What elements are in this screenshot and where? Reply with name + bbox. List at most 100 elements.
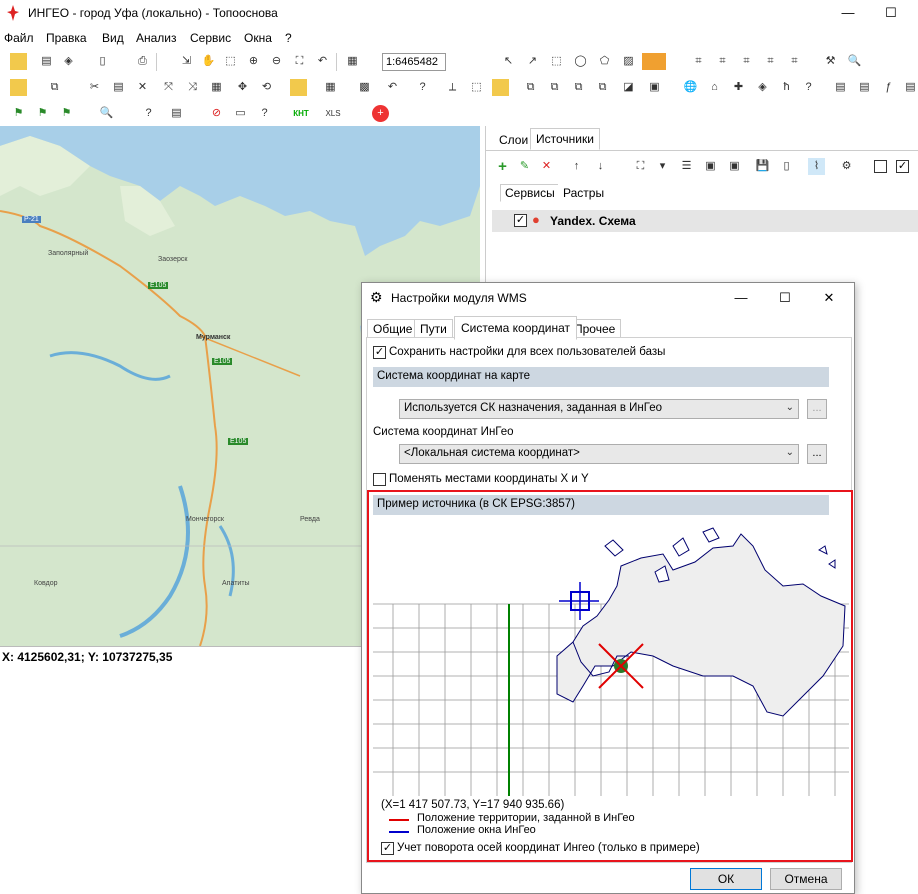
zoom-previous-icon[interactable]: ↶ bbox=[314, 53, 331, 70]
paste-icon[interactable]: ▤ bbox=[110, 79, 127, 96]
dialog-maximize-button[interactable]: ☐ bbox=[770, 287, 800, 309]
table-icon[interactable]: ▦ bbox=[322, 79, 339, 96]
select-rect-icon[interactable]: ⬚ bbox=[548, 53, 565, 70]
join-icon[interactable]: ⤨ bbox=[184, 79, 201, 96]
query-icon[interactable]: ? bbox=[140, 105, 157, 122]
save-all-users-checkbox[interactable]: ✓ bbox=[373, 346, 386, 359]
divide-icon[interactable]: ◪ bbox=[620, 79, 637, 96]
menu-view[interactable]: Вид bbox=[102, 31, 124, 45]
uncheck-all-checkbox[interactable] bbox=[874, 160, 887, 173]
edit-move-icon[interactable]: ⌗ bbox=[762, 53, 779, 70]
tool-icon[interactable]: ⚒ bbox=[822, 53, 839, 70]
edit-merge-icon[interactable]: ⌗ bbox=[738, 53, 755, 70]
flag-list-icon[interactable]: ⚑ bbox=[58, 105, 75, 122]
find-icon[interactable]: 🔍 bbox=[846, 53, 863, 70]
undo-icon[interactable]: ↶ bbox=[384, 79, 401, 96]
printer-icon[interactable]: ⎙ bbox=[134, 53, 151, 70]
menu-analysis[interactable]: Анализ bbox=[136, 31, 177, 45]
select-poly-icon[interactable]: ⬠ bbox=[596, 53, 613, 70]
rotate-icon[interactable]: ⟲ bbox=[258, 79, 275, 96]
magnifier-icon[interactable]: 🔍 bbox=[98, 105, 115, 122]
select-style-icon[interactable]: ▨ bbox=[620, 53, 637, 70]
save-icon[interactable]: 💾 bbox=[754, 158, 771, 175]
back-icon[interactable]: ⧉ bbox=[594, 79, 611, 96]
tab-general[interactable]: Общие bbox=[367, 319, 419, 339]
check-all-checkbox[interactable]: ✓ bbox=[896, 160, 909, 173]
copy-object-icon[interactable]: ⧉ bbox=[46, 79, 63, 96]
cut-icon[interactable]: ✂ bbox=[86, 79, 103, 96]
open-folder-icon[interactable] bbox=[10, 53, 27, 70]
edit-split-icon[interactable]: ⌗ bbox=[714, 53, 731, 70]
xls-button[interactable]: XLS bbox=[322, 105, 344, 122]
menu-windows[interactable]: Окна bbox=[244, 31, 272, 45]
delete-icon[interactable]: ✕ bbox=[134, 79, 151, 96]
map-cs-select[interactable]: Используется СК назначения, заданная в И… bbox=[399, 399, 799, 419]
zoom-window-icon[interactable]: ⬚ bbox=[222, 53, 239, 70]
select-lasso-icon[interactable]: ◯ bbox=[572, 53, 589, 70]
route-icon[interactable]: ◈ bbox=[754, 79, 771, 96]
example-map-preview[interactable] bbox=[373, 526, 849, 796]
no-entry-icon[interactable]: ⊘ bbox=[208, 105, 225, 122]
menu-edit[interactable]: Правка bbox=[46, 31, 87, 45]
select-query-icon[interactable]: ↗ bbox=[524, 53, 541, 70]
ingeo-cs-browse-button[interactable]: ... bbox=[807, 444, 827, 464]
map-cs-browse-button[interactable]: ... bbox=[807, 399, 827, 419]
move-icon[interactable]: ✥ bbox=[234, 79, 251, 96]
highlight-icon[interactable] bbox=[492, 79, 509, 96]
minimize-button[interactable]: — bbox=[833, 2, 863, 24]
menu-service[interactable]: Сервис bbox=[190, 31, 231, 45]
dialog-minimize-button[interactable]: — bbox=[726, 287, 756, 309]
new-doc-icon[interactable]: ▯ bbox=[778, 158, 795, 175]
split-icon[interactable]: ⤧ bbox=[160, 79, 177, 96]
knt-icon[interactable]: КНТ bbox=[290, 105, 312, 122]
grid-icon[interactable]: ▩ bbox=[356, 79, 373, 96]
zoom-in-icon[interactable]: ⊕ bbox=[245, 53, 262, 70]
home-icon[interactable]: ⌂ bbox=[706, 79, 723, 96]
script-icon[interactable]: ? bbox=[256, 105, 273, 122]
flag-in-icon[interactable]: ⚑ bbox=[10, 105, 27, 122]
report-icon[interactable]: ▤ bbox=[168, 105, 185, 122]
image-edit-icon[interactable]: ▣ bbox=[726, 158, 743, 175]
frame-icon[interactable]: ▣ bbox=[646, 79, 663, 96]
maximize-button[interactable]: ☐ bbox=[876, 2, 906, 24]
scale-dropdown-icon[interactable]: ▦ bbox=[344, 53, 361, 70]
tab-coordinate-system[interactable]: Система координат bbox=[454, 316, 578, 340]
front-icon[interactable]: ⧉ bbox=[570, 79, 587, 96]
copy-layer-icon[interactable]: ⧉ bbox=[522, 79, 539, 96]
tab-paths[interactable]: Пути bbox=[414, 319, 453, 339]
rotation-checkbox[interactable]: ✓ bbox=[381, 842, 394, 855]
delete-icon[interactable]: ✕ bbox=[538, 158, 555, 175]
subtab-services[interactable]: Сервисы bbox=[500, 184, 560, 202]
pan-hand-icon[interactable]: ✋ bbox=[200, 53, 217, 70]
source-row[interactable]: ✓ ● Yandex. Схема bbox=[492, 210, 918, 232]
menu-help[interactable]: ? bbox=[285, 31, 292, 45]
ingeo-cs-select[interactable]: <Локальная система координат> ⌄ bbox=[399, 444, 799, 464]
preview-icon[interactable]: ▯ bbox=[94, 53, 111, 70]
extent-dropdown-icon[interactable]: ▾ bbox=[654, 158, 671, 175]
pulse-icon[interactable]: ⌇ bbox=[808, 158, 825, 175]
zoom-out-icon[interactable]: ⊖ bbox=[268, 53, 285, 70]
settings-gear-icon[interactable]: ⚙ bbox=[838, 158, 855, 175]
height-icon[interactable]: ħ bbox=[778, 79, 795, 96]
list-icon[interactable]: ☰ bbox=[678, 158, 695, 175]
select-arrow-icon[interactable]: ↖ bbox=[500, 53, 517, 70]
globe-icon[interactable]: 🌐 bbox=[682, 79, 699, 96]
menu-file[interactable]: Файл bbox=[4, 31, 34, 45]
paste-layer-icon[interactable]: ⧉ bbox=[546, 79, 563, 96]
plugin-icon[interactable]: ✚ bbox=[730, 79, 747, 96]
attr-icon[interactable]: ▦ bbox=[208, 79, 225, 96]
help-pointer-icon[interactable]: ? bbox=[414, 79, 431, 96]
doc-edit-icon[interactable]: ▤ bbox=[856, 79, 873, 96]
dialog-close-button[interactable]: ✕ bbox=[814, 287, 844, 309]
info-icon[interactable]: ? bbox=[800, 79, 817, 96]
extent-icon[interactable]: ⛶ bbox=[632, 158, 649, 175]
subtab-rasters[interactable]: Растры bbox=[558, 184, 610, 202]
source-visible-checkbox[interactable]: ✓ bbox=[514, 214, 527, 227]
new-object-icon[interactable] bbox=[10, 79, 27, 96]
move-up-icon[interactable]: ↑ bbox=[568, 158, 585, 175]
move-down-icon[interactable]: ↓ bbox=[592, 158, 609, 175]
edit-pencil-icon[interactable]: ✎ bbox=[516, 158, 533, 175]
add-icon[interactable]: + bbox=[372, 105, 389, 122]
layer-style-dropdown[interactable] bbox=[642, 53, 666, 70]
edit-nodes-icon[interactable]: ⌗ bbox=[690, 53, 707, 70]
